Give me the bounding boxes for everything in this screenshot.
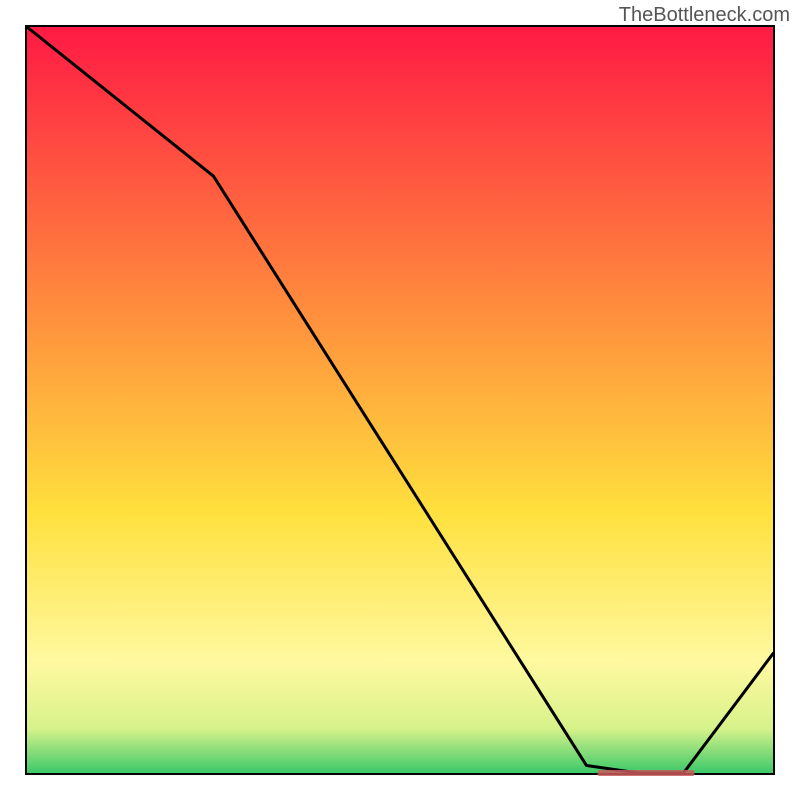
optimal-range-marker <box>598 770 695 776</box>
chart-container: TheBottleneck.com <box>0 0 800 800</box>
watermark-text: TheBottleneck.com <box>619 4 790 27</box>
plot-area <box>25 25 775 775</box>
gradient-background <box>27 27 773 773</box>
